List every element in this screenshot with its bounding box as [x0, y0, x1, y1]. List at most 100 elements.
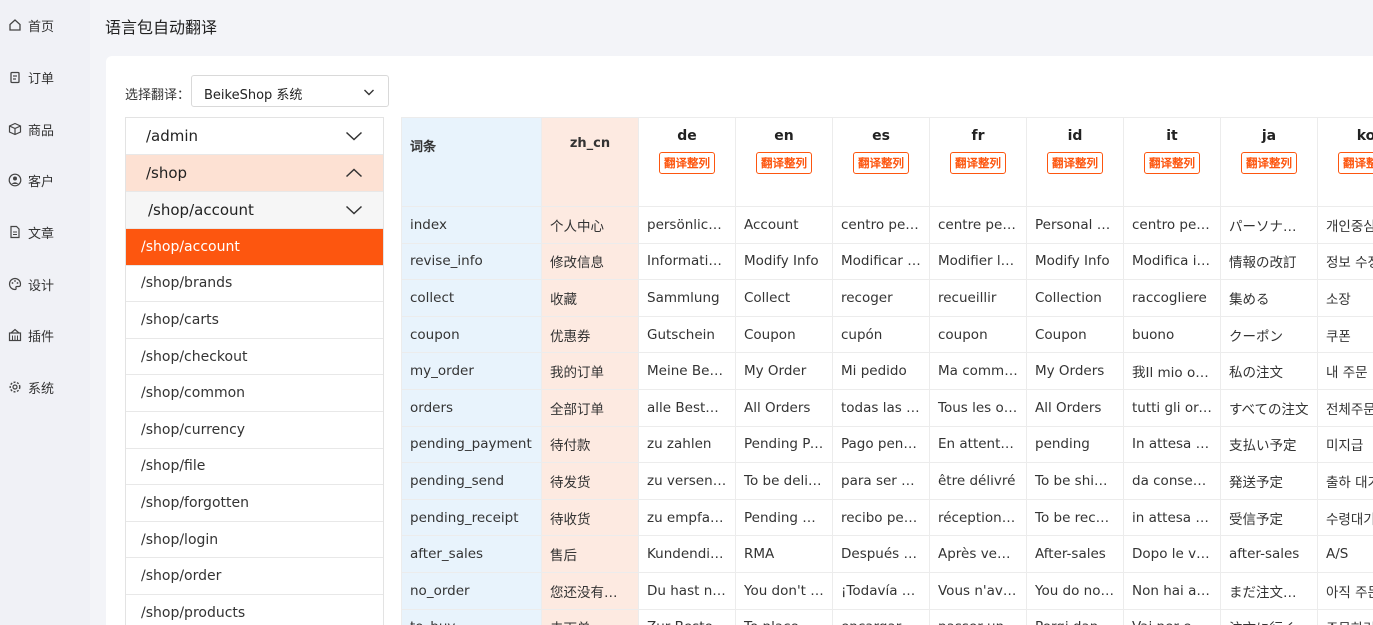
translation-cell: réception en attente	[929, 498, 1027, 537]
sidebar-item-plugins[interactable]: 插件	[8, 324, 54, 346]
tree-item[interactable]: /shop/carts	[126, 302, 383, 339]
sidebar-item-label: 首页	[28, 19, 55, 35]
translate-column-button[interactable]: 翻译整列	[1144, 152, 1200, 174]
table-row: orders全部订单alle BestellungenAll Orderstod…	[401, 388, 1373, 427]
translation-cell: 수령대기	[1317, 498, 1373, 537]
translation-cell: ¡Todavía no tienes pedidos!	[832, 571, 930, 610]
translation-cell: パーソナルセンター	[1220, 206, 1318, 244]
tree-item[interactable]: /shop/common	[126, 375, 383, 412]
table-row: to_buy去下单Zur BestellungTo place an order…	[401, 608, 1373, 625]
column-header-lang: es 翻译整列	[832, 117, 930, 207]
sidebar-item-orders[interactable]: 订单	[8, 66, 54, 88]
key-cell: pending_send	[401, 462, 542, 500]
box-icon	[8, 122, 22, 136]
column-header-key: 词条	[401, 117, 542, 207]
translation-cell: zu versenden	[638, 462, 736, 500]
key-cell: my_order	[401, 352, 542, 390]
source-cell: 个人中心	[541, 206, 639, 244]
tree-item[interactable]: /shop/checkout	[126, 338, 383, 376]
source-cell: 您还没有订单！	[541, 571, 639, 610]
tree-item[interactable]: /shop/order	[126, 558, 383, 595]
source-cell: 待发货	[541, 462, 639, 500]
translate-column-button[interactable]: 翻译整列	[950, 152, 1006, 174]
key-cell: to_buy	[401, 608, 542, 625]
file-tree: /admin /shop /shop/account /shop/account…	[125, 117, 384, 625]
tree-item[interactable]: /shop/currency	[126, 411, 383, 449]
translate-column-button[interactable]: 翻译整列	[756, 152, 812, 174]
translate-column-button[interactable]: 翻译整列	[1338, 152, 1373, 174]
sidebar-item-label: 文章	[28, 226, 55, 242]
translation-cell: encargar	[832, 608, 930, 625]
tree-item[interactable]: /shop/account	[126, 229, 383, 266]
tree-item[interactable]: /shop/file	[126, 448, 383, 486]
translation-cell: Collect	[735, 279, 833, 317]
sidebar-item-customers[interactable]: 客户	[8, 169, 54, 191]
translation-cell: A/S	[1317, 535, 1373, 573]
sidebar-item-home[interactable]: 首页	[8, 14, 54, 36]
sidebar-item-products[interactable]: 商品	[8, 118, 54, 140]
translation-cell: 集める	[1220, 279, 1318, 317]
table-row: my_order我的订单Meine BestellungMy OrderMi p…	[401, 352, 1373, 390]
column-header-lang: fr 翻译整列	[929, 117, 1027, 207]
tree-group-admin[interactable]: /admin	[126, 118, 383, 155]
translation-cell: da consegnare	[1123, 462, 1221, 500]
translation-cell: 支払い予定	[1220, 425, 1318, 464]
translate-column-button[interactable]: 翻译整列	[853, 152, 909, 174]
translation-cell: 発送予定	[1220, 462, 1318, 500]
tree-item[interactable]: /shop/products	[126, 594, 383, 625]
translation-cell: Modificar información	[832, 242, 930, 281]
sidebar-item-system[interactable]: 系统	[8, 376, 54, 398]
source-cell: 修改信息	[541, 242, 639, 281]
translate-column-button[interactable]: 翻译整列	[1241, 152, 1297, 174]
clipboard-icon	[10, 71, 20, 84]
main-area: 语言包自动翻译 选择翻译： BeikeShop 系统 /admin /shop …	[90, 0, 1373, 625]
user-icon	[8, 173, 22, 187]
lang-code: en	[774, 128, 794, 144]
tree-item[interactable]: /shop/forgotten	[126, 485, 383, 522]
page-title: 语言包自动翻译	[105, 18, 218, 37]
translate-column-button[interactable]: 翻译整列	[1047, 152, 1103, 174]
tree-item[interactable]: /shop/brands	[126, 265, 383, 303]
translation-cell: All Orders	[735, 388, 833, 427]
translation-cell: persönliches Zentrum	[638, 206, 736, 244]
translation-cell: En attente de paiement	[929, 425, 1027, 464]
key-cell: after_sales	[401, 535, 542, 573]
table-row: no_order您还没有订单！Du hast noch keine Bestel…	[401, 571, 1373, 610]
tree-item[interactable]: /shop/login	[126, 521, 383, 559]
translate-column-button[interactable]: 翻译整列	[659, 152, 715, 174]
tree-subgroup-shop-account[interactable]: /shop/account	[126, 192, 383, 229]
source-cell: 待付款	[541, 425, 639, 464]
sidebar-item-articles[interactable]: 文章	[8, 221, 54, 243]
translation-cell: Ma commande	[929, 352, 1027, 390]
translation-cell: tutti gli ordini	[1123, 388, 1221, 427]
palette-icon	[8, 277, 22, 291]
translation-cell: 아직 주문이 없습니다	[1317, 571, 1373, 610]
translation-cell: My Order	[735, 352, 833, 390]
sidebar-item-design[interactable]: 设计	[8, 273, 54, 295]
tree-group-label: /admin	[146, 127, 199, 145]
source-cell: 优惠券	[541, 315, 639, 354]
translation-cell: Vai per effettuare un ordine	[1123, 608, 1221, 625]
translation-cell: Gutschein	[638, 315, 736, 354]
tree-item-label: /shop/file	[141, 458, 206, 475]
table-row: revise_info修改信息Informationen ändernModif…	[401, 242, 1373, 281]
translation-cell: recoger	[832, 279, 930, 317]
tree-group-shop[interactable]: /shop	[126, 155, 383, 192]
translation-cell: coupon	[929, 315, 1027, 354]
translation-cell: 출하 대기	[1317, 462, 1373, 500]
chevron-down-icon	[364, 89, 374, 96]
lang-code: fr	[971, 128, 985, 144]
lang-code: ko	[1356, 128, 1373, 144]
key-cell: pending_receipt	[401, 498, 542, 537]
translation-select[interactable]: BeikeShop 系统	[191, 75, 389, 107]
content-card: 选择翻译： BeikeShop 系统 /admin /shop /shop/ac…	[106, 56, 1373, 625]
translation-cell: cupón	[832, 315, 930, 354]
chevron-down-icon	[345, 205, 363, 215]
translation-cell: Personal Center	[1026, 206, 1124, 244]
translation-cell: Tous les ordres	[929, 388, 1027, 427]
translation-cell: zu zahlen	[638, 425, 736, 464]
key-cell: no_order	[401, 571, 542, 610]
table-body: index个人中心persönliches ZentrumAccountcent…	[401, 206, 1373, 625]
plugin-icon	[8, 328, 22, 342]
translation-cell: まだ注文がありません	[1220, 571, 1318, 610]
